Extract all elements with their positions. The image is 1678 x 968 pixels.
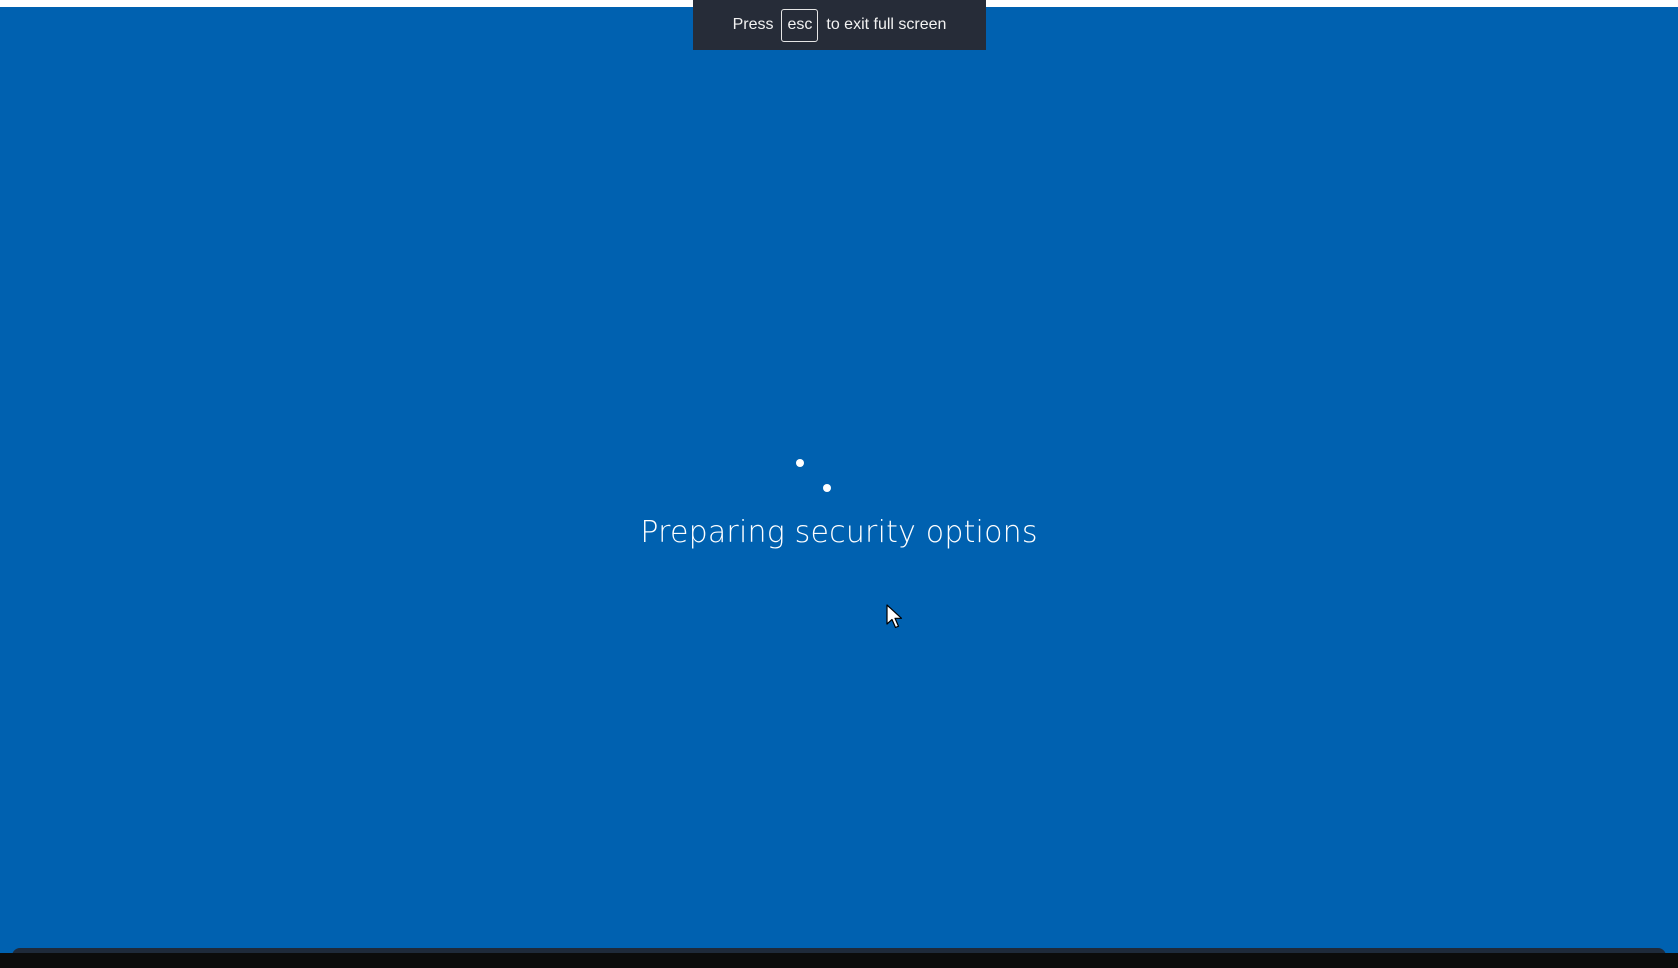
- esc-key-badge: esc: [781, 8, 819, 42]
- status-message: Preparing security options: [640, 515, 1038, 550]
- loading-spinner-icon: [790, 459, 840, 509]
- banner-prefix: Press: [732, 16, 774, 33]
- remote-desktop-screen[interactable]: Preparing security options ☰ ‹ ✉ ⚙: [0, 7, 1678, 953]
- banner-suffix: to exit full screen: [826, 16, 947, 33]
- mouse-pointer-icon: [886, 604, 903, 629]
- bottom-edge: [0, 953, 1678, 968]
- fullscreen-exit-banner: Press esc to exit full screen: [693, 0, 986, 50]
- spinner-dot: [823, 484, 831, 492]
- spinner-dot: [796, 459, 804, 467]
